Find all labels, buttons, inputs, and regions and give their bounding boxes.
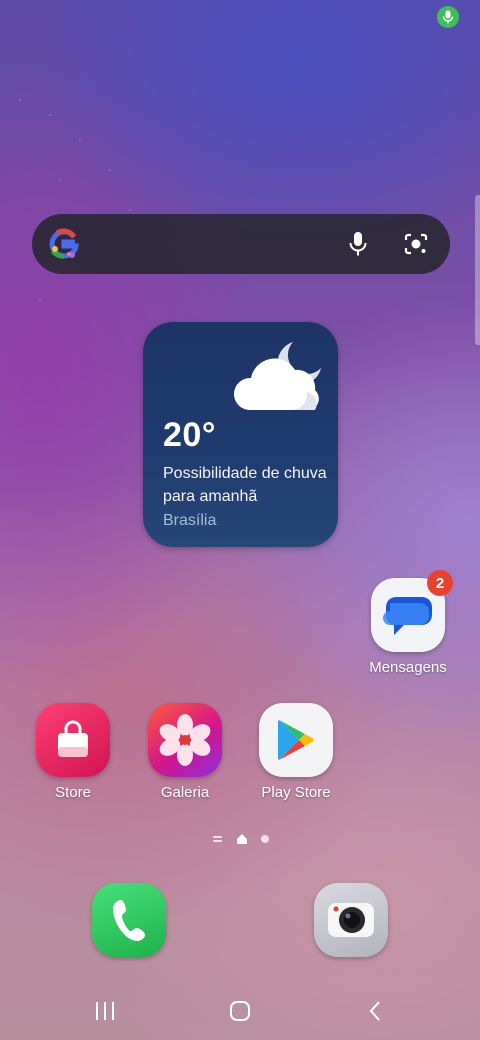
app-phone[interactable] <box>84 883 174 957</box>
page-dot-list[interactable] <box>212 834 224 844</box>
app-label: Galeria <box>160 784 210 801</box>
phone-icon[interactable] <box>92 883 166 957</box>
microphone-icon <box>442 10 454 24</box>
flower-icon[interactable] <box>148 703 222 777</box>
app-label: Mensagens <box>369 659 447 676</box>
home-icon <box>230 1001 250 1021</box>
page-indicator[interactable] <box>212 832 272 846</box>
page-dot[interactable] <box>260 834 270 844</box>
voice-search-button[interactable] <box>338 224 378 264</box>
lens-search-button[interactable] <box>396 224 436 264</box>
cloud-moon-icon <box>233 342 321 411</box>
app-messages[interactable]: 2 Mensagens <box>363 570 453 676</box>
weather-city: Brasília <box>163 512 217 529</box>
microphone-icon <box>349 232 367 256</box>
app-camera[interactable] <box>306 883 396 957</box>
app-store[interactable]: Store <box>28 703 118 801</box>
back-icon <box>369 1001 380 1021</box>
google-g-icon[interactable] <box>46 226 82 262</box>
home-page-dot-icon[interactable] <box>236 833 248 845</box>
navigation-bar <box>0 982 480 1040</box>
weather-widget[interactable]: 20° Possibilidade de chuva para amanhã B… <box>143 322 338 547</box>
app-play-store[interactable]: Play Store <box>251 703 341 801</box>
weather-temperature: 20° <box>163 416 216 454</box>
play-store-icon[interactable] <box>259 703 333 777</box>
weather-description: Possibilidade de chuva para amanhã <box>163 465 327 505</box>
wallpaper-stars <box>0 80 180 340</box>
google-search-bar[interactable] <box>32 214 450 274</box>
app-label: Store <box>55 784 91 801</box>
mic-in-use-indicator[interactable] <box>437 6 459 28</box>
messages-icon[interactable]: 2 <box>371 570 453 652</box>
camera-icon[interactable] <box>314 883 388 957</box>
edge-panel-handle[interactable] <box>475 195 480 345</box>
app-gallery[interactable]: Galeria <box>140 703 230 801</box>
shopping-bag-icon[interactable] <box>36 703 110 777</box>
camera-lens-icon <box>404 233 428 255</box>
back-button[interactable] <box>350 992 400 1030</box>
home-button[interactable] <box>215 992 265 1030</box>
recents-icon <box>96 1002 114 1020</box>
app-label: Play Store <box>261 784 331 801</box>
recents-button[interactable] <box>80 992 130 1030</box>
unread-badge: 2 <box>427 570 453 596</box>
